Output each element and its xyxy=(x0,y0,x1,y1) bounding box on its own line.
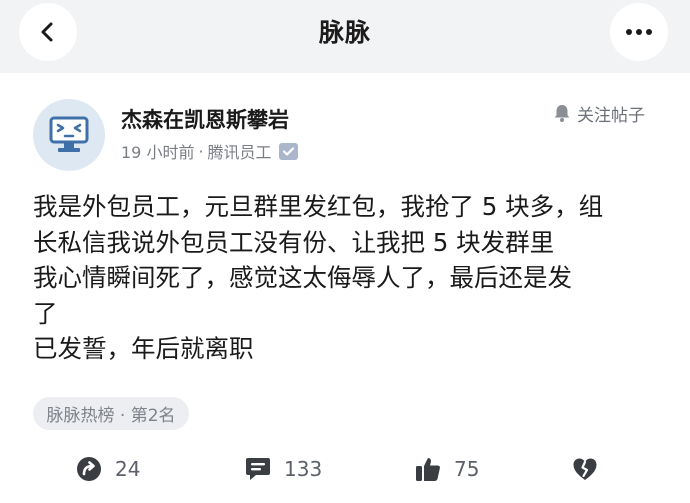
comment-button[interactable]: 133 xyxy=(244,450,322,488)
computer-face-icon xyxy=(49,116,89,152)
post-content-line: 我是外包员工，元旦群里发红包，我抢了 5 块多，组 xyxy=(33,192,604,221)
top-navbar: 脉脉 xyxy=(0,0,690,73)
action-bar: 24 133 75 xyxy=(0,450,690,488)
post-content-line: 已发誓，年后就离职 xyxy=(33,334,254,363)
comment-icon xyxy=(246,458,270,480)
verified-icon xyxy=(278,142,298,160)
follow-post-button[interactable]: 关注帖子 xyxy=(552,101,645,126)
bell-icon xyxy=(554,105,570,122)
post-detail-screen: 脉脉 杰森在凯恩斯攀岩 19 小时前 · 腾讯员工 关注帖子 我是外包员工，元旦… xyxy=(0,0,690,503)
post-content-line: 我心情瞬间死了，感觉这太侮辱人了，最后还是发 xyxy=(33,263,572,292)
avatar[interactable] xyxy=(33,99,105,171)
meta-separator: · xyxy=(198,141,204,161)
post-content-line: 了 xyxy=(33,298,58,328)
dislike-button[interactable] xyxy=(571,450,599,488)
post-content-line: 长私信我说外包员工没有份、让我把 5 块发群里 xyxy=(33,227,555,257)
post-content: 我是外包员工，元旦群里发红包，我抢了 5 块多，组 长私信我说外包员工没有份、让… xyxy=(33,189,665,367)
like-button[interactable]: 75 xyxy=(414,450,479,488)
thumbs-up-icon xyxy=(416,458,440,481)
author-name[interactable]: 杰森在凯恩斯攀岩 xyxy=(121,104,289,134)
comment-count: 133 xyxy=(284,457,323,481)
share-button[interactable]: 24 xyxy=(75,450,140,488)
post-meta: 19 小时前 · 腾讯员工 xyxy=(121,140,298,162)
broken-heart-icon xyxy=(573,458,597,480)
more-horizontal-icon xyxy=(626,29,652,35)
hot-rank-tag[interactable]: 脉脉热榜 · 第2名 xyxy=(33,397,189,430)
like-count: 75 xyxy=(454,457,480,481)
author-company: 腾讯员工 xyxy=(207,143,272,162)
more-button[interactable] xyxy=(610,3,668,61)
share-icon xyxy=(77,457,101,481)
post-time: 19 小时前 xyxy=(121,143,195,162)
page-title: 脉脉 xyxy=(318,18,371,47)
follow-post-label: 关注帖子 xyxy=(577,105,645,126)
share-count: 24 xyxy=(115,457,141,481)
